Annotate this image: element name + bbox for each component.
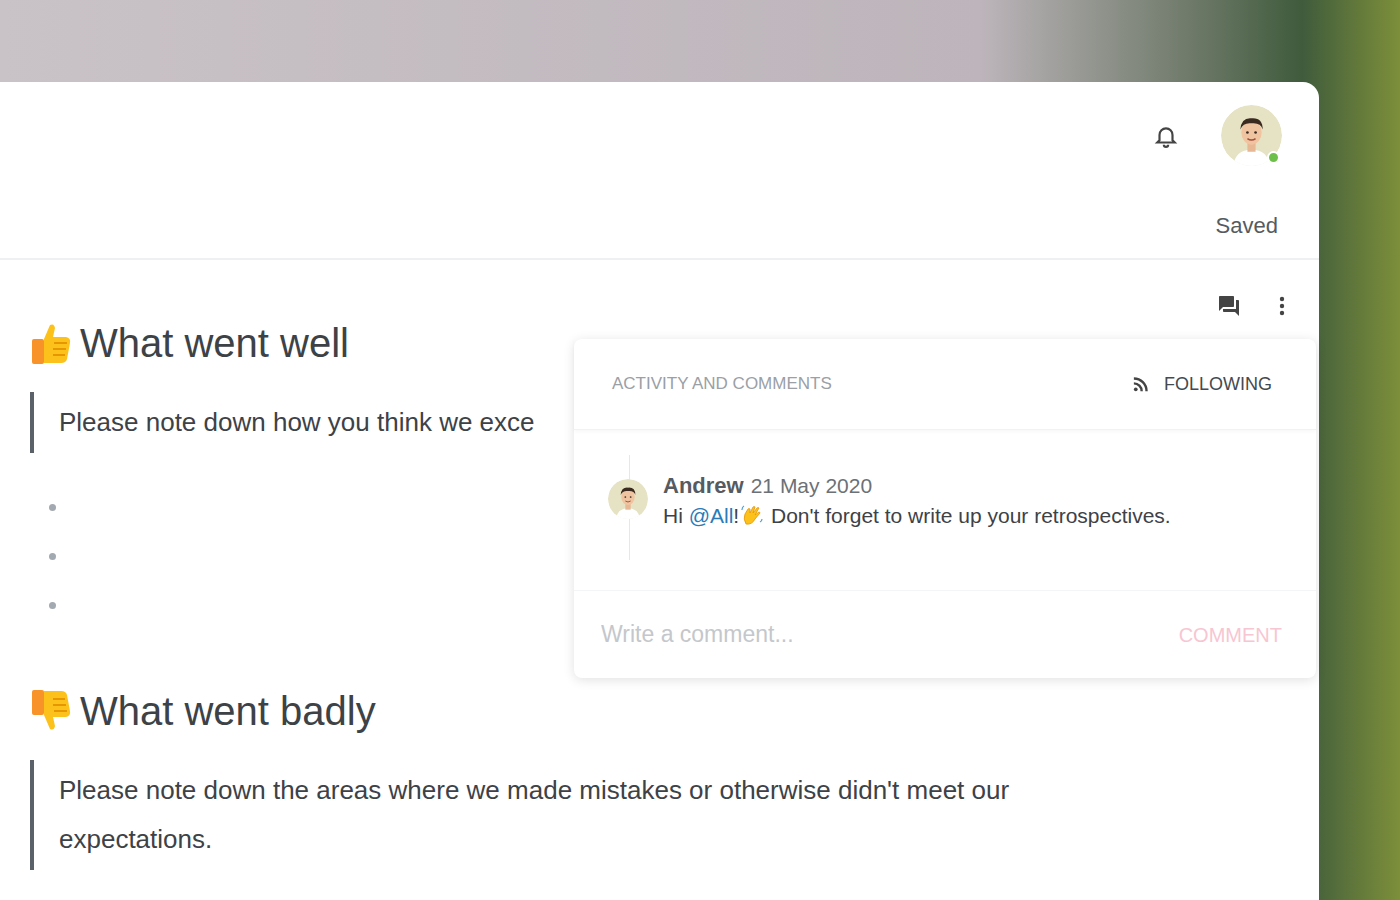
waving-hand-icon bbox=[740, 504, 764, 528]
bullet-dot bbox=[49, 553, 56, 560]
top-bar: Saved bbox=[0, 82, 1319, 260]
comment-body: Andrew21 May 2020Hi @All! Don't forget t… bbox=[663, 472, 1171, 532]
comment-text-part: ! bbox=[733, 500, 739, 532]
section-heading: What went badly bbox=[30, 687, 1319, 735]
comment-text-part: Hi bbox=[663, 500, 689, 532]
bullet-dot bbox=[49, 602, 56, 609]
top-bar-actions bbox=[1153, 105, 1282, 166]
comment-meta: Andrew21 May 2020 bbox=[663, 472, 1171, 500]
thumbs-down-icon bbox=[30, 689, 72, 733]
follow-toggle[interactable]: FOLLOWING bbox=[1132, 371, 1272, 398]
comment-text: Hi @All! Don't forget to write up your r… bbox=[663, 500, 1171, 532]
online-status-dot bbox=[1267, 151, 1280, 164]
activity-header: ACTIVITY AND COMMENTS FOLLOWING bbox=[574, 339, 1316, 430]
comments-icon[interactable] bbox=[1217, 294, 1241, 318]
comment-author: Andrew bbox=[663, 472, 744, 500]
follow-label[interactable]: FOLLOWING bbox=[1164, 371, 1272, 398]
thumbs-up-icon bbox=[30, 321, 72, 365]
section-title[interactable]: What went badly bbox=[80, 687, 376, 735]
comment-input[interactable] bbox=[601, 617, 1163, 652]
mention[interactable]: @All bbox=[689, 500, 734, 532]
comment-button[interactable]: COMMENT bbox=[1179, 620, 1282, 650]
comment-form: COMMENT bbox=[574, 590, 1316, 678]
comment-item: Andrew21 May 2020Hi @All! Don't forget t… bbox=[574, 430, 1316, 532]
comment-text-part: Don't forget to write up your retrospect… bbox=[765, 500, 1171, 532]
activity-panel: ACTIVITY AND COMMENTS FOLLOWING Andrew21 M… bbox=[574, 339, 1316, 678]
user-avatar[interactable] bbox=[1221, 105, 1282, 166]
activity-title: ACTIVITY AND COMMENTS bbox=[612, 371, 832, 397]
rss-icon bbox=[1132, 375, 1150, 393]
bullet-dot bbox=[49, 504, 56, 511]
comment-list: Andrew21 May 2020Hi @All! Don't forget t… bbox=[574, 430, 1316, 590]
author-avatar-icon bbox=[608, 479, 648, 519]
comment-date: 21 May 2020 bbox=[751, 472, 872, 500]
save-status: Saved bbox=[1216, 212, 1282, 240]
section-note[interactable]: Please note down the areas where we made… bbox=[30, 760, 1319, 870]
bell-icon[interactable] bbox=[1153, 122, 1179, 150]
more-options-icon[interactable] bbox=[1279, 296, 1285, 316]
document-panel: SavedWhat went wellPlease note down how … bbox=[0, 82, 1319, 900]
section-title[interactable]: What went well bbox=[80, 319, 349, 367]
